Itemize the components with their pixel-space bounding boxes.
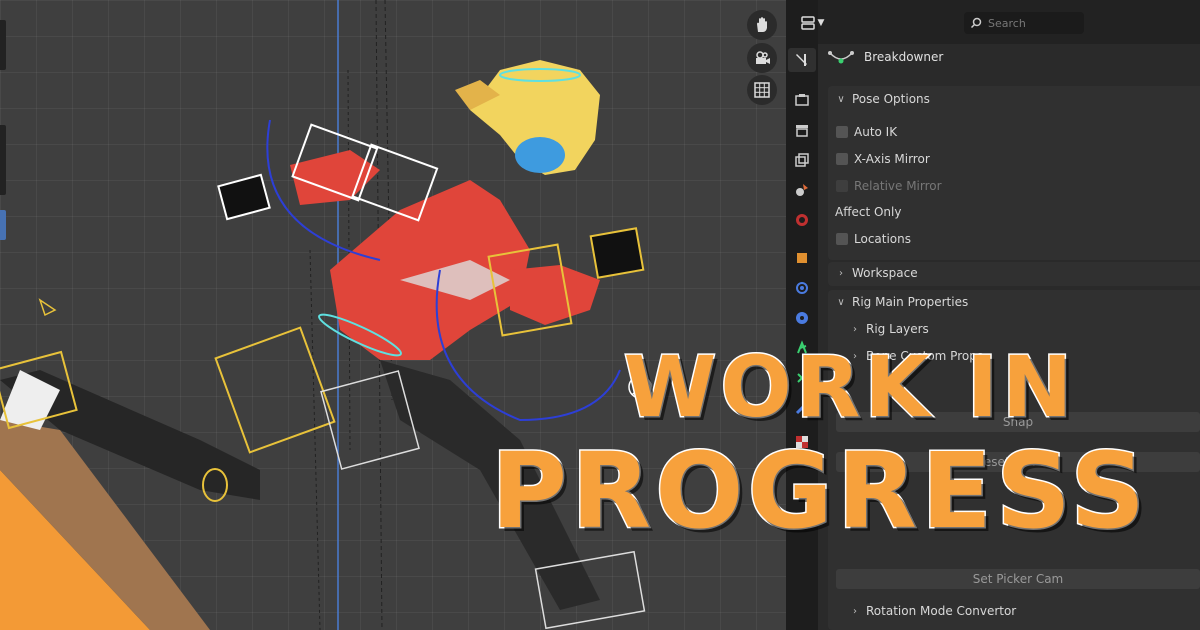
tool-icon[interactable] xyxy=(788,48,816,72)
auto-ik-checkbox[interactable]: Auto IK xyxy=(836,125,897,139)
rig-main-properties-header[interactable]: ∨ Rig Main Properties xyxy=(836,295,968,309)
relative-mirror-label: Relative Mirror xyxy=(854,179,942,193)
workspace-header[interactable]: › Workspace xyxy=(836,266,918,280)
particles-icon[interactable] xyxy=(790,306,814,330)
render-icon[interactable] xyxy=(790,88,814,112)
scene-icon[interactable] xyxy=(790,178,814,202)
checkbox[interactable] xyxy=(836,180,848,192)
breakdowner-icon xyxy=(828,51,854,64)
modifier-icon[interactable] xyxy=(790,276,814,300)
search-placeholder: Search xyxy=(988,16,1026,30)
grid-icon[interactable] xyxy=(747,75,777,105)
workspace-label: Workspace xyxy=(852,266,918,280)
rig-layers-subpanel[interactable]: › Rig Layers xyxy=(850,322,929,336)
camera-icon[interactable] xyxy=(747,43,777,73)
breakdowner-label: Breakdowner xyxy=(864,50,944,64)
overlay-line-1: WORK IN xyxy=(622,338,1077,436)
work-in-progress-overlay: WORK IN PROGRESS xyxy=(470,338,1170,552)
toolbar-edge[interactable] xyxy=(0,20,6,70)
search-icon xyxy=(970,17,982,29)
locations-label: Locations xyxy=(854,232,912,246)
rig-layers-label: Rig Layers xyxy=(866,322,929,336)
chevron-down-icon: ∨ xyxy=(837,296,845,308)
set-picker-cam-button[interactable]: Set Picker Cam xyxy=(836,569,1200,589)
pose-options-header[interactable]: ∨ Pose Options xyxy=(836,92,930,106)
pose-options-label: Pose Options xyxy=(852,92,930,106)
checkbox[interactable] xyxy=(836,233,848,245)
toolbar-edge[interactable] xyxy=(0,125,6,195)
overlay-line-2: PROGRESS xyxy=(489,430,1150,552)
output-icon[interactable] xyxy=(790,118,814,142)
chevron-right-icon: › xyxy=(839,267,843,279)
object-icon[interactable] xyxy=(790,246,814,270)
chevron-right-icon: › xyxy=(853,323,857,335)
locations-checkbox[interactable]: Locations xyxy=(836,232,911,246)
relative-mirror-checkbox[interactable]: Relative Mirror xyxy=(836,179,942,193)
chevron-down-icon: ∨ xyxy=(837,93,845,105)
hand-icon[interactable] xyxy=(747,10,777,40)
checkbox[interactable] xyxy=(836,153,848,165)
toolbar-active-tool[interactable] xyxy=(0,210,6,240)
rig-main-properties-label: Rig Main Properties xyxy=(852,295,969,309)
search-input[interactable]: Search xyxy=(964,12,1084,34)
panel-header: ▼ Search xyxy=(800,0,1200,44)
auto-ik-label: Auto IK xyxy=(854,125,898,139)
x-axis-mirror-label: X-Axis Mirror xyxy=(854,152,930,166)
affect-only-text: Affect Only xyxy=(835,205,902,219)
chevron-down-icon: ▼ xyxy=(817,18,825,28)
rotation-mode-convertor-subpanel[interactable]: › Rotation Mode Convertor xyxy=(850,604,1016,618)
view-layer-icon[interactable] xyxy=(790,148,814,172)
x-axis-mirror-checkbox[interactable]: X-Axis Mirror xyxy=(836,152,930,166)
checkbox[interactable] xyxy=(836,126,848,138)
world-icon[interactable] xyxy=(790,208,814,232)
rotation-mode-convertor-label: Rotation Mode Convertor xyxy=(866,604,1017,618)
chevron-right-icon: › xyxy=(853,605,857,617)
editor-type-button[interactable]: ▼ xyxy=(794,12,830,34)
affect-only-label: Affect Only xyxy=(835,205,901,219)
breakdowner-header[interactable]: Breakdowner xyxy=(828,46,943,68)
set-picker-cam-label: Set Picker Cam xyxy=(972,572,1064,586)
